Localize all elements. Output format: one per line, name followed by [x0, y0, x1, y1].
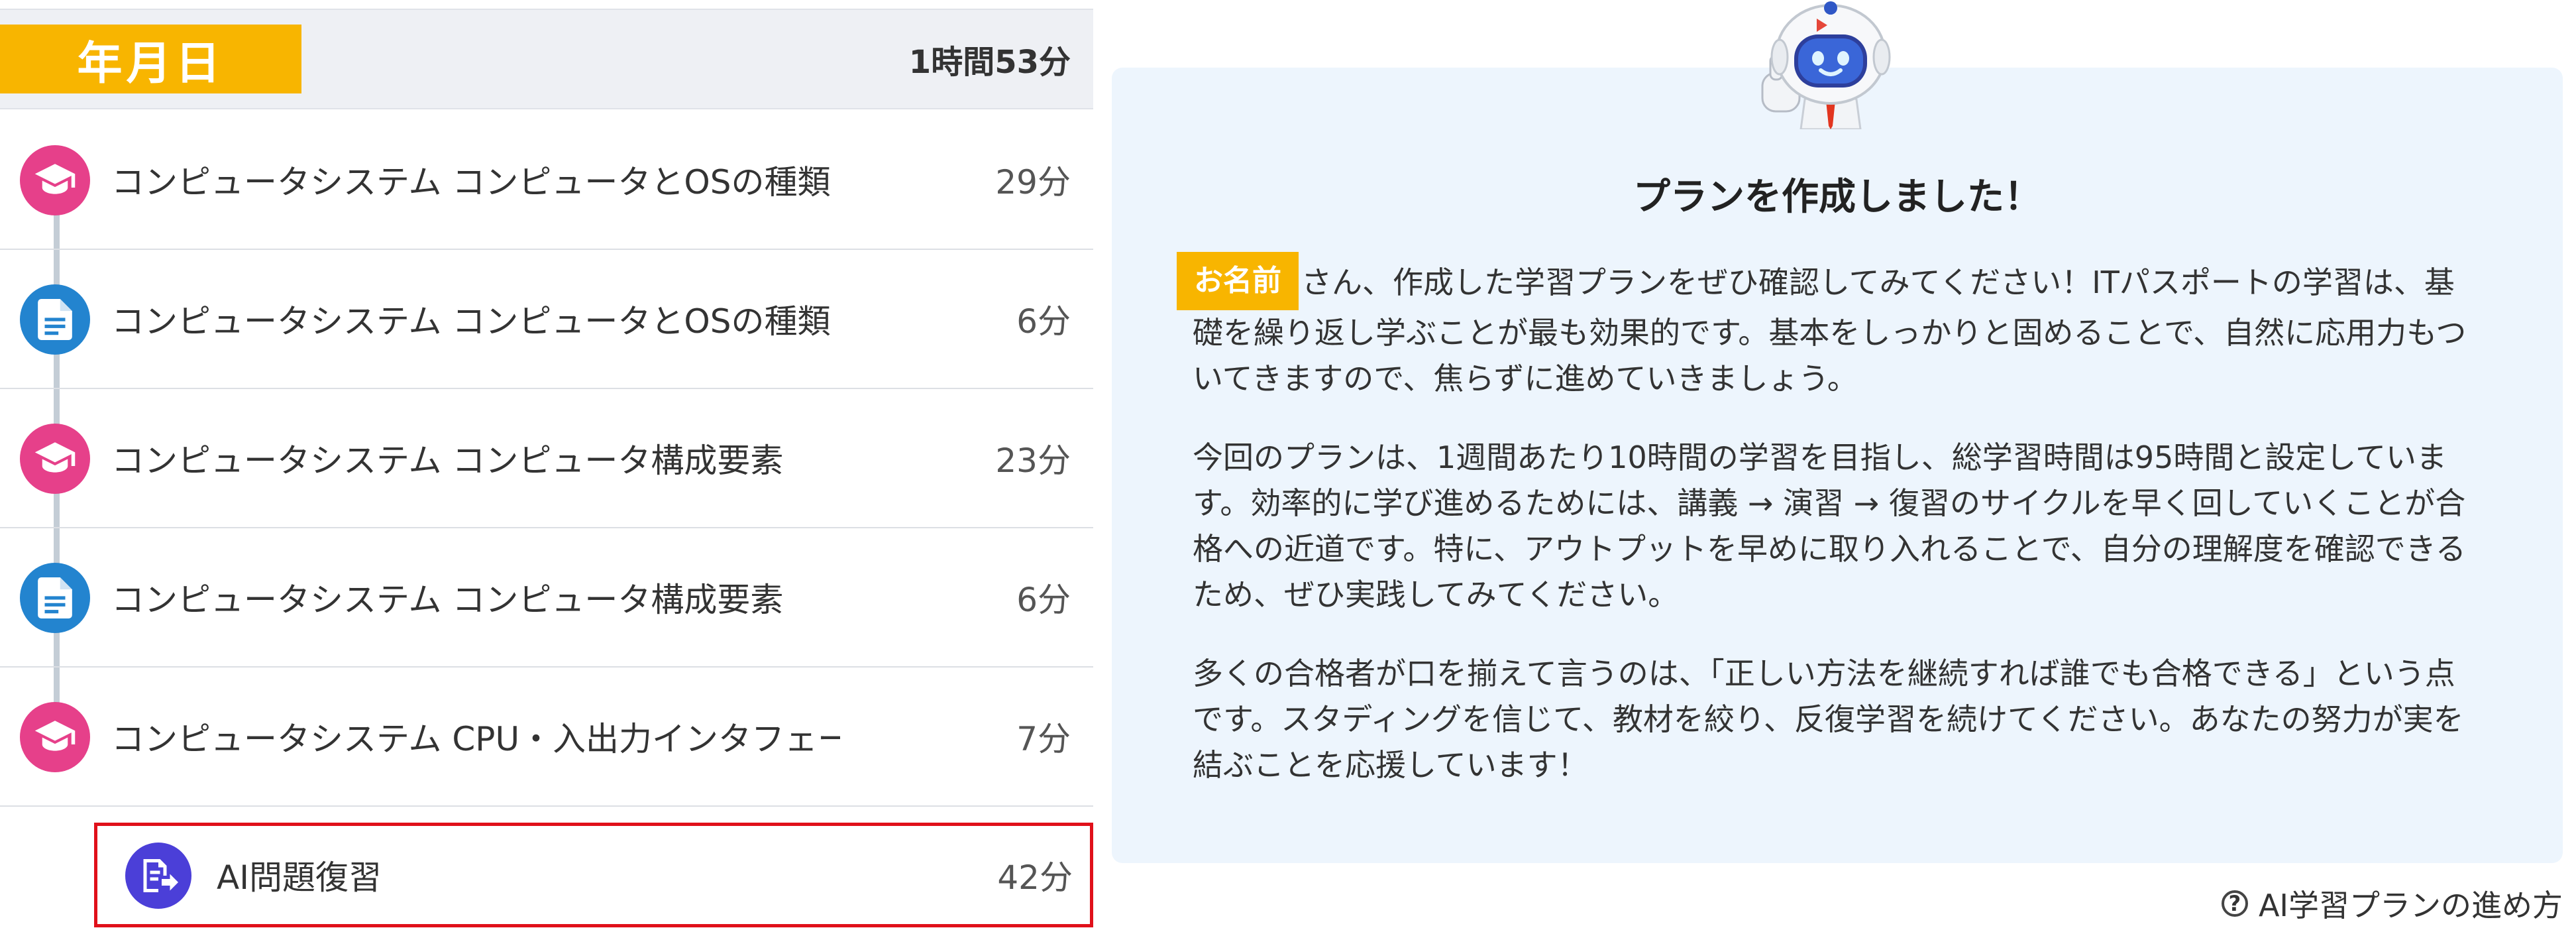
plan-message-body: お名前 さん、作成した学習プランをぜひ確認してみてください！ITパスポートの学習は…: [1177, 252, 2471, 821]
ai-review-row[interactable]: AI問題復習 42分: [94, 823, 1093, 927]
lesson-title: コンピュータシステム CPU・入出力インタフェース: [111, 720, 840, 758]
lesson-duration: 7分: [1016, 720, 1071, 758]
date-header: 年月日 1時間53分: [0, 9, 1093, 109]
plan-guide-link[interactable]: ? AI学習プランの進め方: [2221, 882, 2563, 925]
graduation-cap-icon: [20, 702, 90, 772]
ai-review-icon: [125, 843, 191, 909]
lesson-row[interactable]: コンピュータシステム コンピュータ構成要素 6分: [0, 528, 1093, 668]
plan-guide-label: AI学習プランの進め方: [2258, 888, 2563, 923]
lesson-row[interactable]: コンピュータシステム コンピュータ構成要素 23分: [0, 389, 1093, 528]
lesson-duration: 6分: [1016, 581, 1071, 619]
message-paragraph: 多くの合格者が口を揃えて言うのは、「正しい方法を継続すれば誰でも合格できる」とい…: [1193, 656, 2464, 783]
help-circle-icon: ?: [2221, 890, 2248, 917]
graduation-cap-icon: [20, 145, 90, 215]
message-paragraph-text: さん、作成した学習プランをぜひ確認してみてください！ITパスポートの学習は、基礎…: [1193, 264, 2467, 396]
lesson-title: コンピュータシステム コンピュータとOSの種類: [111, 302, 831, 341]
lesson-duration: 23分: [995, 441, 1071, 480]
message-paragraph: 今回のプランは、1週間あたり10時間の学習を目指し、総学習時間は95時間と設定し…: [1193, 439, 2466, 613]
graduation-cap-icon: [20, 424, 90, 494]
lesson-row[interactable]: コンピュータシステム コンピュータとOSの種類 29分: [0, 111, 1093, 250]
ai-review-title: AI問題復習: [217, 858, 382, 897]
lesson-row[interactable]: コンピュータシステム コンピュータとOSの種類 6分: [0, 250, 1093, 389]
lesson-duration: 6分: [1016, 302, 1071, 341]
document-icon: [20, 563, 90, 633]
lesson-title: コンピュータシステム コンピュータとOSの種類: [111, 163, 831, 202]
plan-created-title: プランを作成しました！: [1633, 176, 2041, 219]
lesson-title: コンピュータシステム コンピュータ構成要素: [111, 441, 784, 480]
lesson-row[interactable]: コンピュータシステム CPU・入出力インタフェース 7分: [0, 668, 1093, 807]
lesson-duration: 29分: [995, 163, 1071, 202]
lesson-title: コンピュータシステム コンピュータ構成要素: [111, 581, 784, 619]
document-icon: [20, 284, 90, 355]
user-name-badge: お名前: [1177, 252, 1299, 310]
study-schedule-panel: 年月日 1時間53分 コンピュータシステム コンピュータとOSの種類 29分 コ…: [0, 0, 1093, 934]
date-badge: 年月日: [0, 25, 301, 93]
total-study-time: 1時間53分: [908, 44, 1071, 81]
ai-review-duration: 42分: [997, 858, 1073, 897]
message-paragraph: お名前 さん、作成した学習プランをぜひ確認してみてください！ITパスポートの学習は…: [1177, 252, 2471, 402]
robot-mascot-icon: [1744, 0, 1917, 131]
